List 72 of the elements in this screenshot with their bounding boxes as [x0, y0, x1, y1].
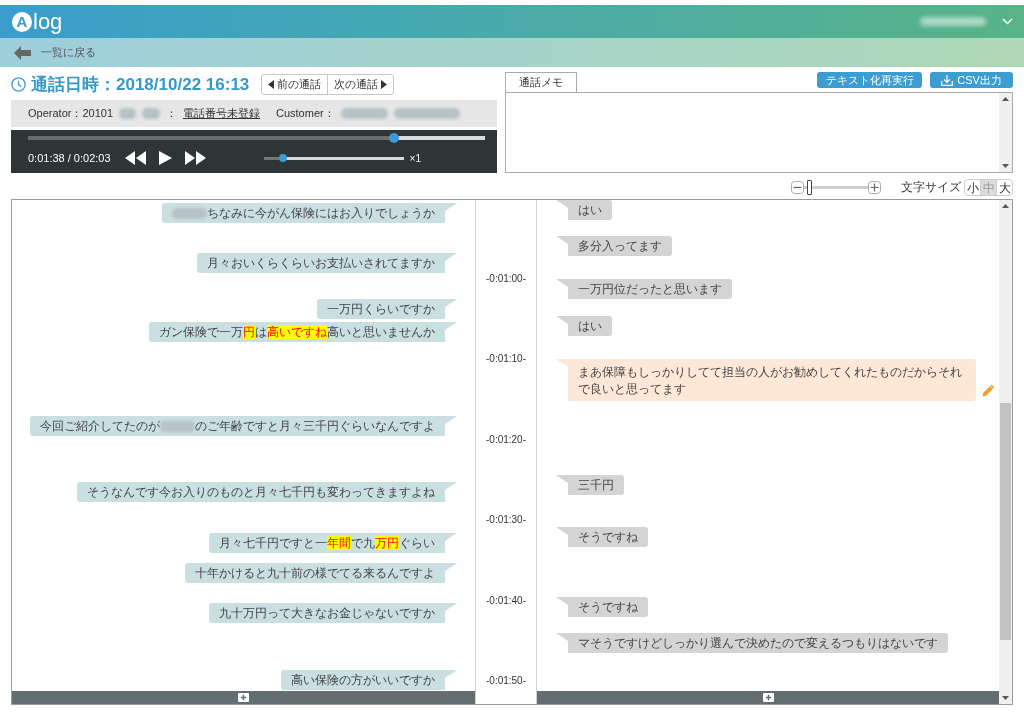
redacted-text	[340, 108, 388, 119]
message-text: ガン保険で一万円は高いですね高いと思いませんか	[159, 325, 435, 339]
redacted-text	[142, 108, 160, 119]
plus-icon[interactable]	[762, 693, 774, 702]
scroll-down-icon[interactable]	[1002, 696, 1009, 700]
triangle-left-icon	[268, 80, 275, 89]
playback-time: 0:01:38 / 0:02:03	[28, 151, 111, 165]
message-text: 月々七千円ですと一年間で九万円 ぐらい	[219, 536, 435, 550]
download-icon	[941, 74, 954, 86]
message-text: 十年かけると九十前の様でてる来るんですよ	[195, 566, 435, 580]
message-text: 三千円	[578, 478, 614, 492]
message-text: まあ保障もしっかりしてて担当の人がお勧めしてくれたものだからそれで良いと思ってます	[578, 365, 962, 396]
font-size-label: 文字サイズ	[901, 180, 961, 195]
logo-text: log	[33, 10, 63, 33]
logo-mark: A	[12, 11, 32, 32]
info-label: ：	[166, 106, 177, 122]
timestamp: -0:01:10-	[486, 353, 526, 366]
info-label: Operator：20101	[28, 106, 113, 122]
triangle-right-icon	[381, 80, 388, 89]
message-text: そうですね	[578, 600, 638, 614]
rewind-icon[interactable]	[124, 151, 147, 165]
speed-handle[interactable]	[279, 154, 288, 162]
message-text: マそうですけどしっかり選んで決めたので変えるつもりはないです	[578, 636, 938, 650]
message-text: ちなみに今がん保険にはお入りでしょうか	[207, 206, 435, 220]
zoom-slider[interactable]	[804, 180, 868, 195]
message-text: 九十万円って大きなお金じゃないですか	[219, 606, 435, 620]
zoom-out-icon[interactable]	[791, 181, 804, 194]
seek-handle[interactable]	[388, 133, 399, 143]
message-text: 月々おいくらくらいお支払いされてますか	[207, 256, 435, 270]
message-text: 一万円位だったと思います	[578, 282, 722, 296]
phone-link[interactable]: 電話番号未登録	[183, 105, 260, 122]
message-text: 高い保険の方がいいですか	[291, 673, 435, 687]
call-datetime-title: 通話日時：2018/10/22 16:13	[31, 73, 250, 96]
chevron-down-icon[interactable]	[1002, 18, 1013, 25]
previous-call-button[interactable]: 前の通話	[261, 74, 329, 95]
memo-field[interactable]	[505, 92, 1013, 173]
clock-icon	[11, 77, 26, 92]
scroll-up-icon[interactable]	[1002, 204, 1009, 208]
redacted-text	[160, 420, 195, 432]
speed-label: ×1	[409, 151, 421, 166]
scroll-down-icon[interactable]	[1002, 164, 1009, 168]
progress-slider[interactable]	[28, 133, 485, 143]
info-label: Customer：	[276, 106, 335, 122]
timestamp: -0:01:00-	[486, 273, 526, 285]
play-icon[interactable]	[158, 151, 172, 165]
timestamp: -0:01:50-	[486, 674, 526, 687]
message-text: はい	[578, 319, 602, 333]
message-text: はい	[578, 203, 602, 217]
fast-forward-icon[interactable]	[183, 151, 206, 165]
back-link[interactable]: 一覧に戻る	[14, 44, 96, 61]
memo-tab[interactable]: 通話メモ	[505, 72, 577, 93]
message-text: 一万円くらいですか	[327, 302, 435, 316]
message-text: のご年齢ですと月々三千円ぐらいなんですよ	[195, 419, 435, 433]
message-text: そうですね	[578, 530, 638, 544]
plus-icon[interactable]	[238, 693, 249, 702]
zoom-in-icon[interactable]	[868, 181, 881, 194]
timestamp: -0:01:20-	[486, 433, 526, 446]
redacted-text	[920, 17, 986, 26]
font-size-option[interactable]: 大	[996, 179, 1013, 196]
message-text: そうなんです今お入りのものと月々七千円も変わってきますよね	[87, 485, 435, 499]
next-call-button[interactable]: 次の通話	[327, 74, 395, 95]
redacted-text	[393, 108, 460, 119]
message-text: 多分入ってます	[578, 239, 662, 253]
zoom-handle[interactable]	[807, 180, 813, 195]
scroll-up-icon[interactable]	[1002, 97, 1009, 101]
timestamp: -0:01:40-	[486, 594, 526, 607]
redacted-text	[119, 108, 136, 119]
redacted-text	[172, 207, 207, 219]
message-text: 今回ご紹介してたのが	[40, 419, 160, 433]
back-arrow-icon	[14, 45, 31, 60]
scrollbar-thumb[interactable]	[1000, 403, 1011, 640]
timestamp: -0:01:30-	[486, 514, 526, 527]
